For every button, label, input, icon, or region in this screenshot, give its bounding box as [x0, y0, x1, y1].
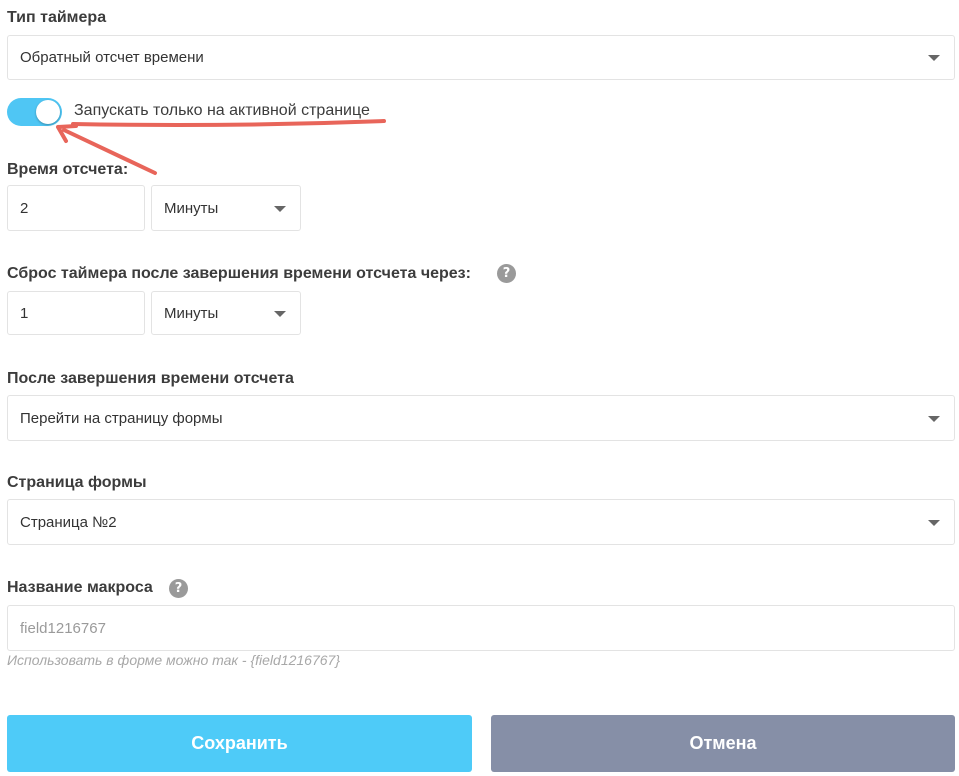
chevron-down-icon [274, 206, 286, 212]
macro-hint: Использовать в форме можно так - {field1… [7, 652, 340, 668]
countdown-unit-select[interactable]: Минуты [151, 185, 301, 231]
chevron-down-icon [274, 311, 286, 317]
form-page-value: Страница №2 [20, 513, 117, 531]
chevron-down-icon [928, 416, 940, 422]
annotation-arrow-icon [56, 119, 386, 175]
after-finish-select[interactable]: Перейти на страницу формы [7, 395, 955, 441]
reset-unit-value: Минуты [164, 304, 219, 322]
reset-unit-select[interactable]: Минуты [151, 291, 301, 335]
reset-value-input[interactable]: 1 [7, 291, 145, 335]
form-page-label: Страница формы [7, 474, 147, 491]
after-finish-label: После завершения времени отсчета [7, 370, 294, 387]
macro-label: Название макроса [7, 579, 153, 596]
save-button[interactable]: Сохранить [7, 715, 472, 772]
countdown-value-input[interactable]: 2 [7, 185, 145, 231]
reset-label: Сброс таймера после завершения времени о… [7, 265, 471, 282]
countdown-label: Время отсчета: [7, 161, 129, 178]
form-page-select[interactable]: Страница №2 [7, 499, 955, 545]
macro-name-input[interactable] [7, 605, 955, 651]
cancel-button[interactable]: Отмена [491, 715, 955, 772]
chevron-down-icon [928, 520, 940, 526]
countdown-value: 2 [20, 199, 29, 217]
after-finish-value: Перейти на страницу формы [20, 409, 223, 427]
reset-value: 1 [20, 304, 29, 322]
countdown-unit-value: Минуты [164, 199, 219, 217]
help-icon[interactable]: ? [169, 579, 188, 598]
help-icon[interactable]: ? [497, 264, 516, 283]
